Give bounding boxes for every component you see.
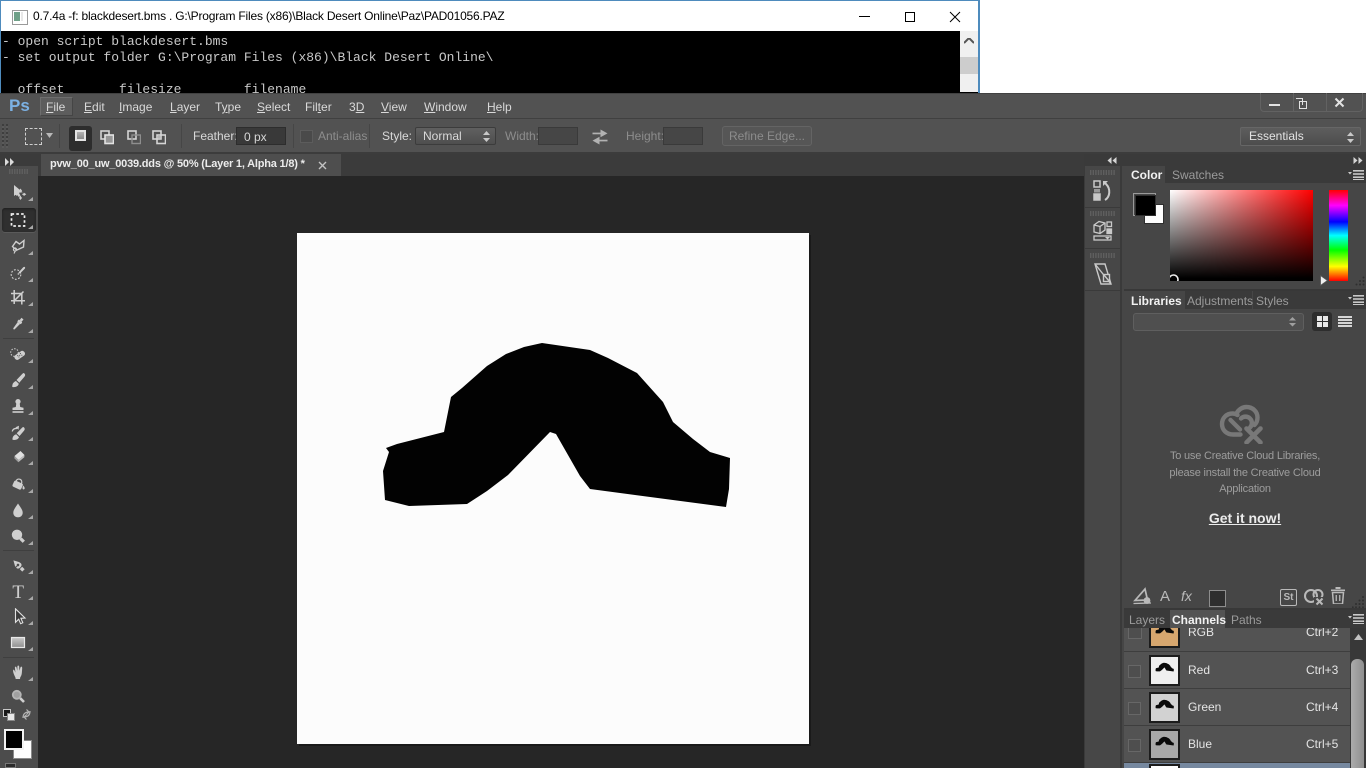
svg-text:T: T	[12, 583, 24, 600]
